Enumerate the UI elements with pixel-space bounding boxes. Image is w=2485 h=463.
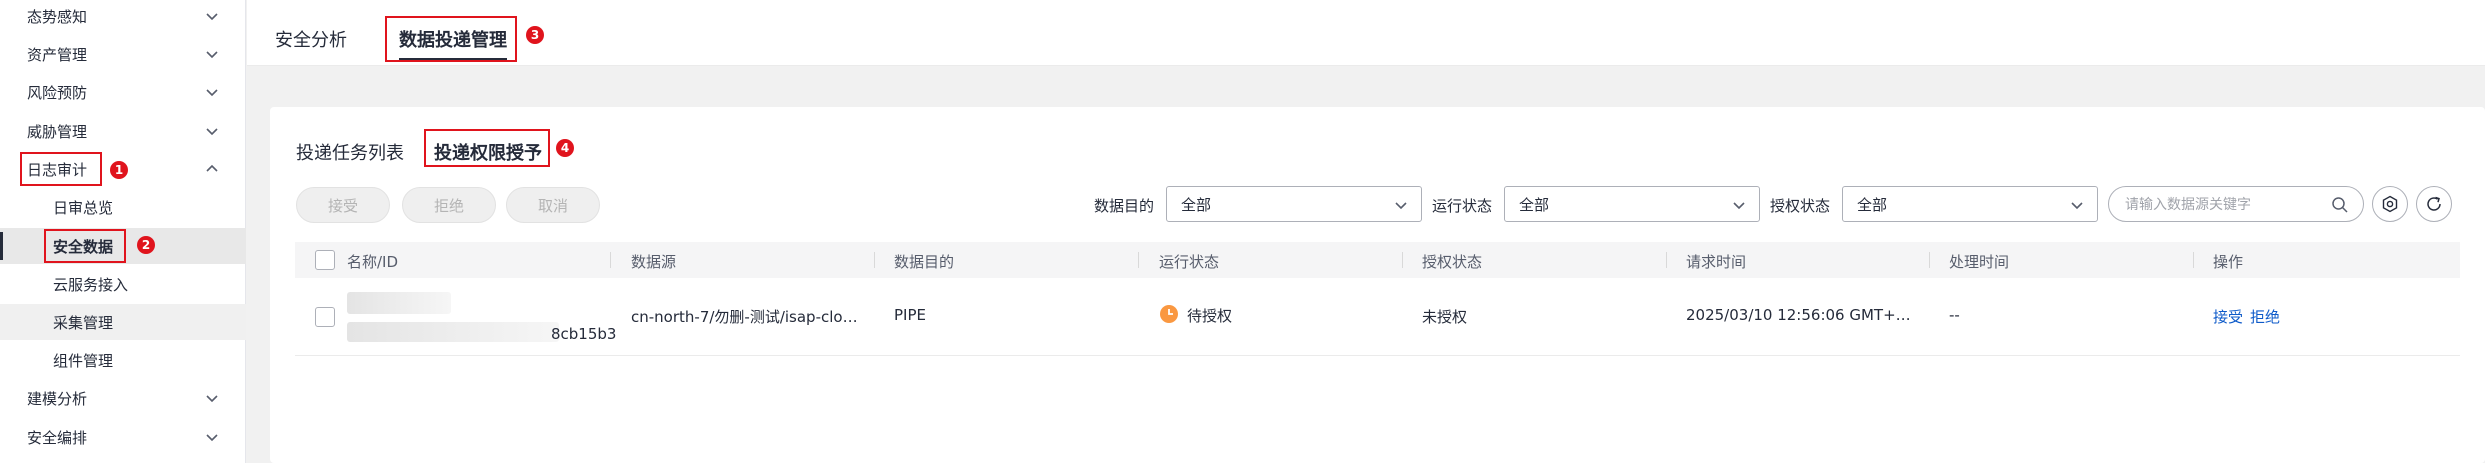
nav-threat-management[interactable]: 威胁管理 xyxy=(0,113,246,149)
chevron-up-icon xyxy=(206,164,218,172)
row-run-status: 待授权 xyxy=(1187,307,1233,325)
refresh-icon xyxy=(2427,196,2441,211)
row-auth-status: 未授权 xyxy=(1422,308,1468,326)
column-header-data-destination: 数据目的 xyxy=(894,253,955,271)
chevron-down-icon xyxy=(206,89,218,97)
column-divider xyxy=(1138,252,1139,268)
column-divider xyxy=(874,252,875,268)
select-value: 全部 xyxy=(1181,195,1212,214)
redacted-name xyxy=(347,292,451,314)
nav-label: 组件管理 xyxy=(53,351,114,370)
auth-status-label: 授权状态 xyxy=(1770,197,1831,215)
column-divider xyxy=(610,252,611,268)
chevron-down-icon xyxy=(206,13,218,21)
annotation-badge-1: 1 xyxy=(110,161,128,179)
nav-label: 风险预防 xyxy=(27,83,88,102)
search-placeholder: 请输入数据源关键字 xyxy=(2125,197,2251,213)
chevron-down-icon xyxy=(206,128,218,136)
row-data-destination: PIPE xyxy=(894,306,926,324)
annotation-badge-3: 3 xyxy=(526,26,544,44)
select-value: 全部 xyxy=(1519,195,1550,214)
column-header-name-id: 名称/ID xyxy=(347,253,399,271)
annotation-badge-4: 4 xyxy=(556,139,574,157)
sidebar: 态势感知 资产管理 风险预防 威胁管理 日志审计 日审总览 安全数据 云服务接入… xyxy=(0,0,246,463)
nav-asset-management[interactable]: 资产管理 xyxy=(0,36,246,72)
column-header-run-status: 运行状态 xyxy=(1159,253,1220,271)
clock-icon xyxy=(1160,305,1178,323)
select-all-checkbox[interactable] xyxy=(315,250,335,270)
accept-button[interactable]: 接受 xyxy=(296,187,390,223)
annotation-box-3 xyxy=(385,16,517,62)
chevron-down-icon xyxy=(206,434,218,442)
nav-label: 采集管理 xyxy=(53,313,114,332)
nav-label: 威胁管理 xyxy=(27,122,88,141)
column-header-process-time: 处理时间 xyxy=(1949,253,2010,271)
data-destination-label: 数据目的 xyxy=(1094,197,1155,215)
nav-component-management[interactable]: 组件管理 xyxy=(0,342,246,378)
subtab-delivery-task-list[interactable]: 投递任务列表 xyxy=(296,139,404,165)
nav-label: 资产管理 xyxy=(27,45,88,64)
chevron-down-icon xyxy=(1395,202,1407,210)
column-header-request-time: 请求时间 xyxy=(1686,253,1747,271)
nav-label: 云服务接入 xyxy=(53,275,129,294)
select-value: 全部 xyxy=(1857,195,1888,214)
table-row: 8cb15b3 cn-north-7/勿删-测试/isap-clou... PI… xyxy=(295,278,2460,356)
nav-label: 态势感知 xyxy=(27,7,88,26)
cancel-button[interactable]: 取消 xyxy=(506,187,600,223)
reject-button[interactable]: 拒绝 xyxy=(402,187,496,223)
top-tab-bar: 安全分析 数据投递管理 3 xyxy=(247,0,2485,66)
gear-icon xyxy=(2382,195,2398,213)
annotation-box-2 xyxy=(44,229,126,263)
column-header-data-source: 数据源 xyxy=(631,253,677,271)
redacted-id xyxy=(347,322,559,342)
nav-cloud-service-access[interactable]: 云服务接入 xyxy=(0,266,246,302)
chevron-down-icon xyxy=(2071,202,2083,210)
nav-risk-prevention[interactable]: 风险预防 xyxy=(0,74,246,110)
auth-status-select[interactable]: 全部 xyxy=(1842,186,2098,222)
chevron-down-icon xyxy=(206,395,218,403)
column-divider xyxy=(1929,252,1930,268)
column-divider xyxy=(1402,252,1403,268)
nav-collection-management[interactable]: 采集管理 xyxy=(0,304,246,340)
nav-label: 安全编排 xyxy=(27,428,88,447)
chevron-down-icon xyxy=(206,51,218,59)
nav-security-orchestration[interactable]: 安全编排 xyxy=(0,419,246,455)
row-id-suffix: 8cb15b3 xyxy=(551,325,617,343)
column-divider xyxy=(1666,252,1667,268)
row-process-time: -- xyxy=(1949,306,1960,324)
run-status-select[interactable]: 全部 xyxy=(1504,186,1760,222)
data-source-search-input[interactable]: 请输入数据源关键字 xyxy=(2108,186,2364,222)
row-request-time: 2025/03/10 12:56:06 GMT+08... xyxy=(1686,306,1918,324)
column-header-auth-status: 授权状态 xyxy=(1422,253,1483,271)
refresh-button[interactable] xyxy=(2416,186,2452,222)
table-header: 名称/ID 数据源 数据目的 运行状态 授权状态 请求时间 处理时间 操作 xyxy=(295,242,2460,278)
search-icon xyxy=(2332,197,2348,213)
content-panel: 投递任务列表 投递权限授予 4 接受 拒绝 取消 数据目的 全部 运行状态 全部… xyxy=(270,107,2485,463)
nav-label: 建模分析 xyxy=(27,389,88,408)
nav-modeling-analysis[interactable]: 建模分析 xyxy=(0,380,246,416)
row-checkbox[interactable] xyxy=(315,307,335,327)
nav-label: 日审总览 xyxy=(53,198,114,217)
annotation-box-4 xyxy=(424,129,550,167)
column-header-operation: 操作 xyxy=(2213,253,2244,271)
row-accept-link[interactable]: 接受 xyxy=(2213,306,2243,327)
row-data-source: cn-north-7/勿删-测试/isap-clou... xyxy=(631,308,861,326)
chevron-down-icon xyxy=(1733,202,1745,210)
row-reject-link[interactable]: 拒绝 xyxy=(2250,306,2280,327)
nav-situation-awareness[interactable]: 态势感知 xyxy=(0,0,246,34)
annotation-badge-2: 2 xyxy=(137,236,155,254)
nav-audit-overview[interactable]: 日审总览 xyxy=(0,189,246,225)
data-destination-select[interactable]: 全部 xyxy=(1166,186,1422,222)
annotation-box-1 xyxy=(20,152,102,186)
settings-button[interactable] xyxy=(2372,186,2408,222)
run-status-label: 运行状态 xyxy=(1432,197,1493,215)
tab-security-analysis[interactable]: 安全分析 xyxy=(275,26,347,52)
column-divider xyxy=(2193,252,2194,268)
active-indicator xyxy=(0,232,3,260)
